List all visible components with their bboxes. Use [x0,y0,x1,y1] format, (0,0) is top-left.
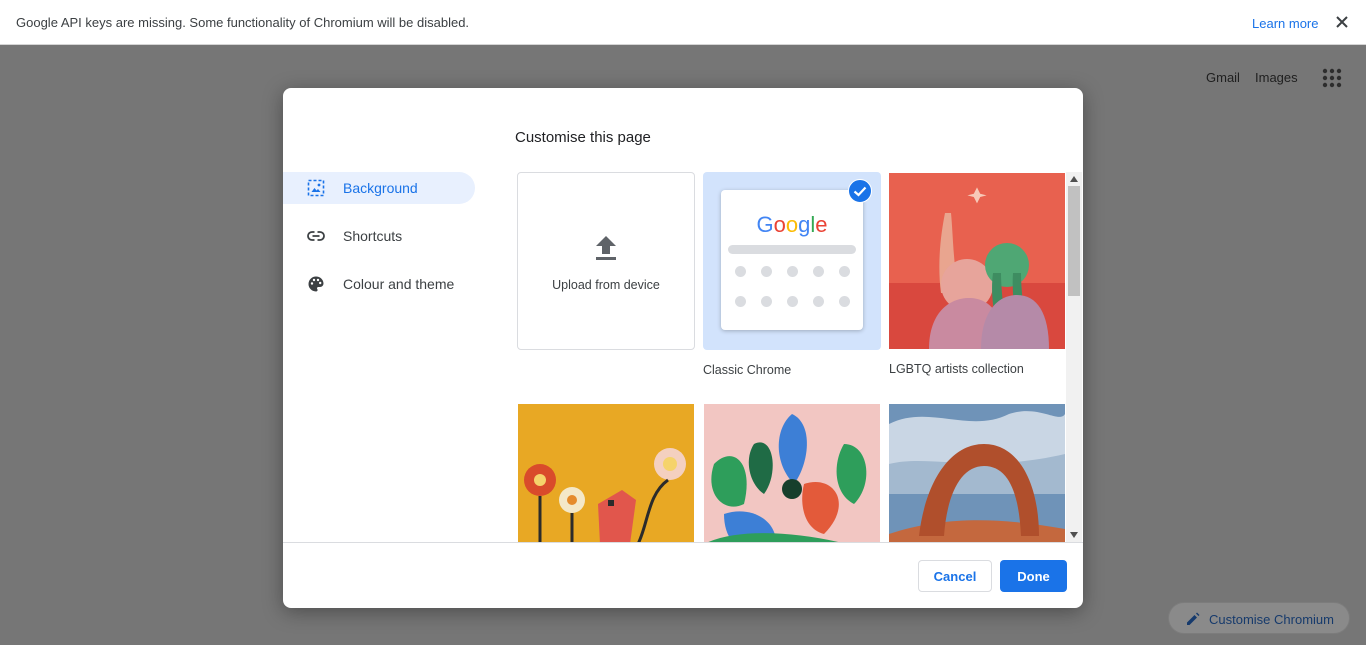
lgbtq-artists-tile[interactable] [889,173,1065,349]
apps-grid-icon[interactable] [1322,68,1342,88]
menu-item-colour-and-theme[interactable]: Colour and theme [283,268,475,300]
infobar-message: Google API keys are missing. Some functi… [16,15,470,30]
images-link[interactable]: Images [1255,70,1298,85]
background-grid: Upload from device Google Classic Chrome… [517,172,1079,542]
scrollbar-thumb[interactable] [1068,186,1080,296]
menu-item-background[interactable]: Background [283,172,475,204]
classic-preview-card: Google [721,190,863,330]
cancel-button[interactable]: Cancel [918,560,992,592]
classic-chrome-tile[interactable]: Google [703,172,881,350]
upload-from-device-tile[interactable]: Upload from device [517,172,695,350]
done-button[interactable]: Done [1000,560,1067,592]
arch-photo [889,404,1065,542]
upload-label: Upload from device [552,278,660,292]
leaves-artwork [704,404,880,542]
infobar: Google API keys are missing. Some functi… [0,0,1366,45]
learn-more-link[interactable]: Learn more [1252,16,1318,31]
menu-label-shortcuts: Shortcuts [343,228,403,244]
dialog-title: Customise this page [515,129,651,146]
scroll-up-arrow-icon[interactable] [1069,175,1079,183]
floral-artwork-tile[interactable] [518,404,694,542]
customise-chromium-button[interactable]: Customise Chromium [1168,602,1350,634]
dialog-divider [283,542,1083,543]
customise-dialog: Customise this page Background Shortcuts… [283,88,1083,608]
google-logo: Google [756,212,828,237]
floral-artwork [518,404,694,542]
classic-chrome-caption: Classic Chrome [703,363,792,377]
palette-icon [308,276,324,292]
scroll-down-arrow-icon[interactable] [1069,531,1079,539]
grid-scrollbar[interactable] [1066,172,1082,542]
pencil-icon [1187,612,1200,625]
classic-search-bar [728,245,856,254]
lgbtq-artwork [889,173,1065,349]
customise-chromium-label: Customise Chromium [1209,612,1334,627]
upload-icon [596,236,616,260]
close-icon[interactable] [1334,14,1350,30]
image-icon [307,179,325,197]
menu-item-shortcuts[interactable]: Shortcuts [283,220,475,252]
arch-photo-tile[interactable] [889,404,1065,542]
leaves-artwork-tile[interactable] [704,404,880,542]
menu-label-background: Background [343,180,418,196]
lgbtq-artists-caption: LGBTQ artists collection [889,362,1024,376]
gmail-link[interactable]: Gmail [1206,70,1240,85]
selected-check-icon [848,179,872,203]
menu-label-colour-and-theme: Colour and theme [343,276,455,292]
link-icon [307,231,325,241]
